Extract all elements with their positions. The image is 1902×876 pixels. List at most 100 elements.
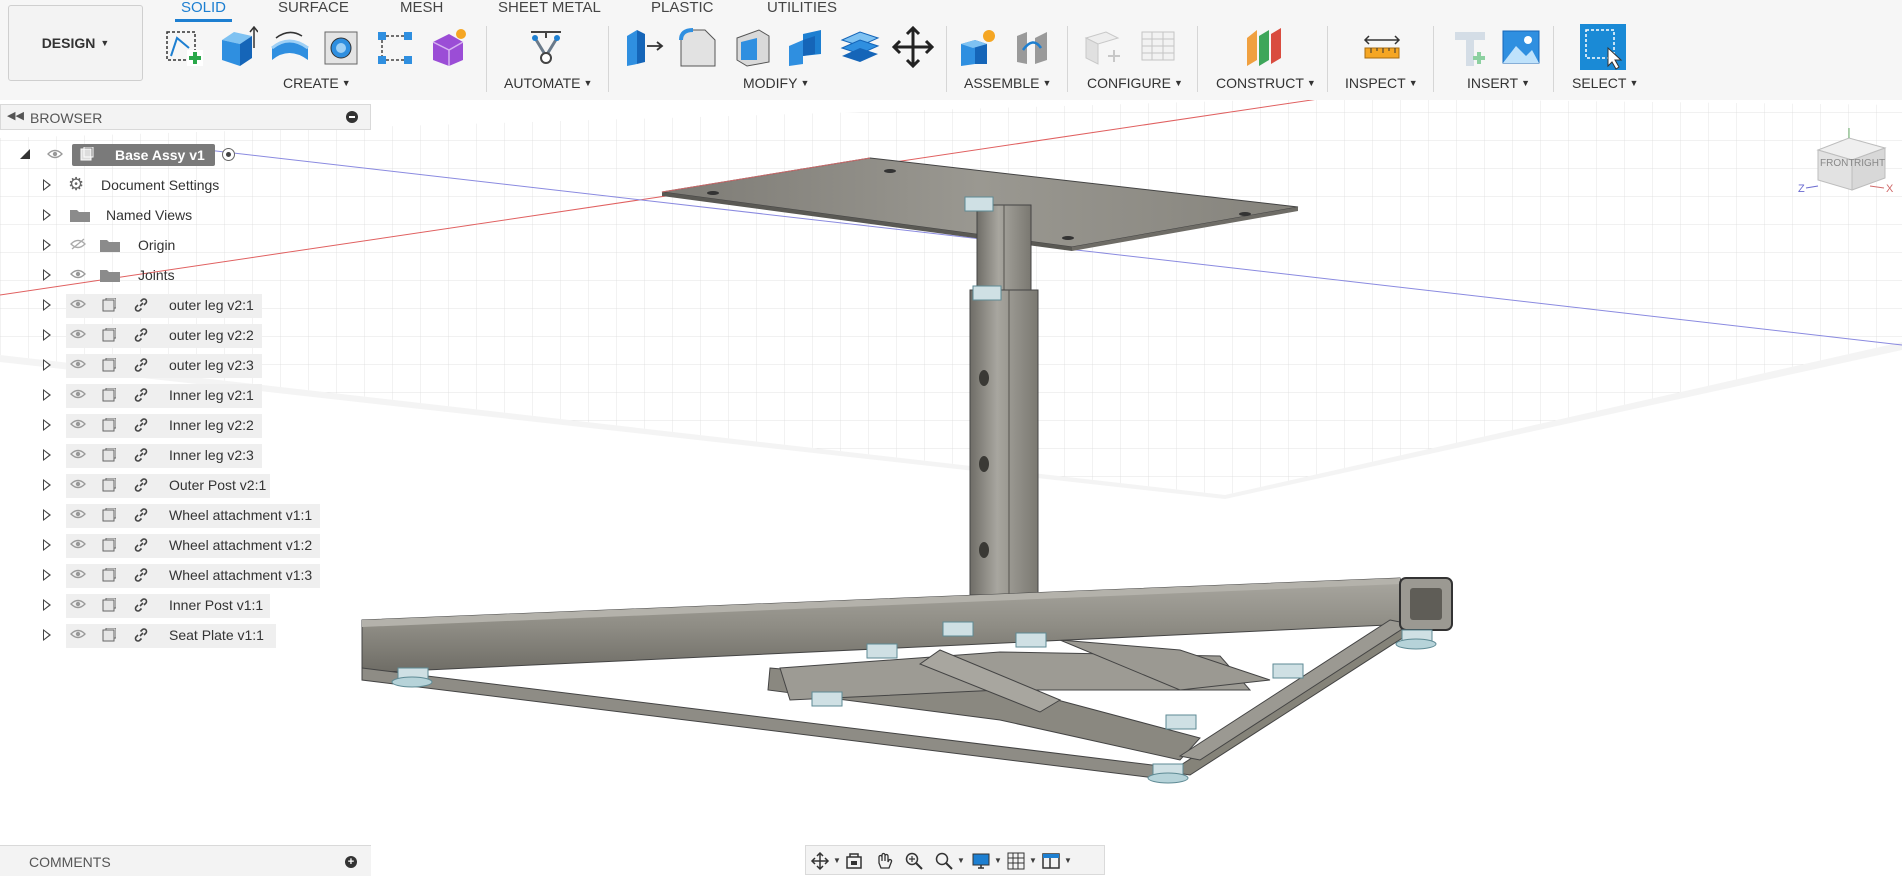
zoom-icon[interactable] <box>904 851 924 871</box>
tab-solid[interactable]: SOLID <box>174 0 233 22</box>
expand-triangle-icon[interactable] <box>43 419 51 431</box>
expand-triangle-icon[interactable] <box>43 239 51 251</box>
expand-triangle-icon[interactable] <box>43 629 51 641</box>
eye-icon[interactable] <box>47 148 63 160</box>
inner-post[interactable] <box>976 204 1032 291</box>
pan-hand-icon[interactable] <box>874 851 894 871</box>
expand-triangle-icon[interactable] <box>43 269 51 281</box>
browser-item-origin[interactable]: Origin <box>0 232 340 258</box>
pattern-icon[interactable] <box>374 26 416 68</box>
chevron-down-icon[interactable]: ▼ <box>994 856 1002 865</box>
create-menu[interactable]: CREATE ▼ <box>283 75 351 91</box>
eye-icon[interactable] <box>70 598 86 610</box>
move-copy-icon[interactable] <box>892 26 934 68</box>
eye-icon[interactable] <box>70 418 86 430</box>
browser-item-component[interactable]: Inner leg v2:3 <box>0 442 340 468</box>
browser-item-document-settings[interactable]: ⚙ Document Settings <box>0 172 340 198</box>
comments-panel[interactable]: COMMENTS + <box>0 845 371 876</box>
expand-triangle-icon[interactable] <box>43 329 51 341</box>
expand-triangle-icon[interactable] <box>43 299 51 311</box>
modify-menu[interactable]: MODIFY ▼ <box>743 75 809 91</box>
expand-triangle-icon[interactable] <box>43 539 51 551</box>
expand-triangle-icon[interactable] <box>43 569 51 581</box>
automate-icon[interactable] <box>525 26 567 68</box>
joint-icon[interactable] <box>1011 26 1053 68</box>
viewports-icon[interactable] <box>1041 851 1061 871</box>
eye-icon[interactable] <box>70 568 86 580</box>
browser-collapse-button[interactable] <box>346 111 358 123</box>
look-at-icon[interactable] <box>844 851 864 871</box>
browser-item-component[interactable]: Inner leg v2:1 <box>0 382 340 408</box>
offset-face-icon[interactable] <box>838 26 880 68</box>
chevron-down-icon[interactable]: ▼ <box>1064 856 1072 865</box>
eye-icon[interactable] <box>70 508 86 520</box>
chevron-down-icon[interactable]: ▼ <box>1029 856 1037 865</box>
shell-icon[interactable] <box>731 26 773 68</box>
browser-item-component[interactable]: Wheel attachment v1:2 <box>0 532 340 558</box>
eye-icon[interactable] <box>70 388 86 400</box>
browser-item-joints[interactable]: Joints <box>0 262 340 288</box>
insert-menu[interactable]: INSERT ▼ <box>1467 75 1530 91</box>
select-menu[interactable]: SELECT ▼ <box>1572 75 1638 91</box>
measure-icon[interactable] <box>1361 26 1403 68</box>
chevron-down-icon[interactable]: ▼ <box>957 856 965 865</box>
expand-triangle-icon[interactable] <box>43 179 51 191</box>
assemble-menu[interactable]: ASSEMBLE ▼ <box>964 75 1051 91</box>
eye-icon[interactable] <box>70 538 86 550</box>
browser-item-component[interactable]: Wheel attachment v1:3 <box>0 562 340 588</box>
eye-icon[interactable] <box>70 628 86 640</box>
fillet-icon[interactable] <box>677 26 719 68</box>
create-sketch-icon[interactable] <box>163 26 205 68</box>
combine-icon[interactable] <box>785 26 827 68</box>
tab-plastic[interactable]: PLASTIC <box>651 0 714 16</box>
outer-post[interactable] <box>969 289 1039 596</box>
activate-radio-icon[interactable] <box>222 148 235 161</box>
expand-triangle-icon[interactable] <box>43 509 51 521</box>
configuration-table-icon[interactable] <box>1138 26 1180 68</box>
expand-triangle-icon[interactable] <box>43 449 51 461</box>
eye-icon[interactable] <box>70 478 86 490</box>
browser-item-component[interactable]: Inner Post v1:1 <box>0 592 340 618</box>
browser-root-row[interactable]: Base Assy v1 <box>0 142 340 168</box>
eye-icon[interactable] <box>70 298 86 310</box>
browser-item-component[interactable]: outer leg v2:1 <box>0 292 340 318</box>
browser-item-component[interactable]: outer leg v2:2 <box>0 322 340 348</box>
offset-plane-icon[interactable] <box>1243 26 1285 68</box>
create-form-icon[interactable] <box>427 26 469 68</box>
canvas-image-icon[interactable] <box>1500 26 1542 68</box>
hole-icon[interactable] <box>321 26 363 68</box>
construct-menu[interactable]: CONSTRUCT ▼ <box>1216 75 1316 91</box>
insert-derive-icon[interactable] <box>1449 26 1491 68</box>
workspace-switcher-button[interactable]: DESIGN ▼ <box>8 5 143 81</box>
configure-menu[interactable]: CONFIGURE ▼ <box>1087 75 1183 91</box>
extrude-icon[interactable] <box>216 26 258 68</box>
select-icon[interactable] <box>1580 24 1626 70</box>
expanded-triangle-icon[interactable] <box>20 149 30 159</box>
browser-item-component[interactable]: outer leg v2:3 <box>0 352 340 378</box>
eye-icon[interactable] <box>70 328 86 340</box>
expand-triangle-icon[interactable] <box>43 209 51 221</box>
tab-sheet-metal[interactable]: SHEET METAL <box>498 0 601 16</box>
orbit-icon[interactable] <box>810 851 830 871</box>
expand-triangle-icon[interactable] <box>43 389 51 401</box>
expand-triangle-icon[interactable] <box>43 479 51 491</box>
eye-hidden-icon[interactable] <box>70 238 86 250</box>
tab-surface[interactable]: SURFACE <box>278 0 349 16</box>
display-settings-icon[interactable] <box>971 851 991 871</box>
inspect-menu[interactable]: INSPECT ▼ <box>1345 75 1418 91</box>
browser-item-component[interactable]: Seat Plate v1:1 <box>0 622 340 648</box>
add-comment-button[interactable]: + <box>345 856 357 868</box>
expand-triangle-icon[interactable] <box>43 599 51 611</box>
new-component-icon[interactable] <box>957 26 999 68</box>
chevron-down-icon[interactable]: ▼ <box>833 856 841 865</box>
fit-zoom-icon[interactable] <box>934 851 954 871</box>
configure-icon[interactable] <box>1082 26 1124 68</box>
eye-icon[interactable] <box>70 358 86 370</box>
expand-triangle-icon[interactable] <box>43 359 51 371</box>
tab-utilities[interactable]: UTILITIES <box>767 0 837 16</box>
browser-item-component[interactable]: Outer Post v2:1 <box>0 472 340 498</box>
browser-item-component[interactable]: Inner leg v2:2 <box>0 412 340 438</box>
browser-item-component[interactable]: Wheel attachment v1:1 <box>0 502 340 528</box>
eye-icon[interactable] <box>70 448 86 460</box>
collapse-panel-icon[interactable]: ◀◀ <box>7 109 24 122</box>
